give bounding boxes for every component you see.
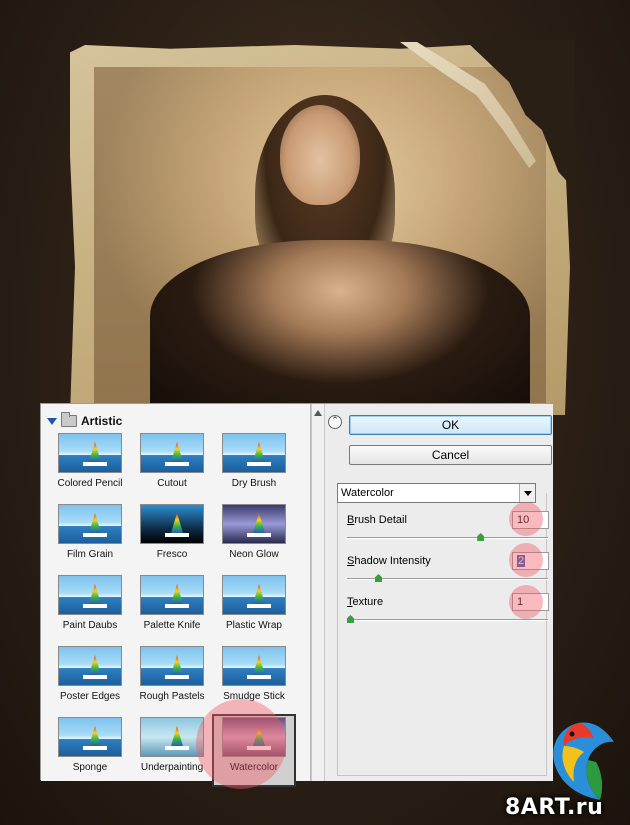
- filter-thumb-film-grain[interactable]: Film Grain: [49, 502, 131, 573]
- param-label: Texture: [347, 596, 383, 608]
- filter-preview-image[interactable]: [140, 646, 204, 686]
- sailboat-sail: [89, 655, 101, 675]
- sailboat-hull: [83, 462, 107, 466]
- param-label-text: rush Detail: [354, 514, 407, 526]
- sailboat-sail: [253, 513, 265, 533]
- scroll-up-arrow-icon[interactable]: [314, 410, 322, 416]
- filter-type-select[interactable]: Watercolor: [337, 483, 536, 503]
- filter-preview-image[interactable]: [222, 575, 286, 615]
- filter-label: Paint Daubs: [62, 620, 118, 631]
- sailboat-hull: [165, 533, 189, 537]
- filter-label: Dry Brush: [231, 478, 277, 489]
- filter-gallery-dialog: Artistic Colored Pencil Cutout Dry Brush Fi…: [40, 403, 553, 787]
- sailboat-hull: [83, 604, 107, 608]
- filter-thumb-rough-pastels[interactable]: Rough Pastels: [131, 644, 213, 715]
- filter-label: Poster Edges: [59, 691, 121, 702]
- filter-preview-image[interactable]: [222, 646, 286, 686]
- sailboat-sail: [89, 726, 101, 746]
- filter-label: Colored Pencil: [57, 478, 123, 489]
- param-slider[interactable]: [347, 615, 548, 623]
- filter-thumb-plastic-wrap[interactable]: Plastic Wrap: [213, 573, 295, 644]
- highlight-watercolor-circle: [196, 699, 286, 789]
- sailboat-sail: [89, 442, 101, 462]
- sailboat-hull: [83, 675, 107, 679]
- photo-subject-face: [280, 105, 360, 205]
- settings-group-box: [337, 493, 547, 776]
- filter-thumb-palette-knife[interactable]: Palette Knife: [131, 573, 213, 644]
- sailboat-sail: [171, 655, 183, 675]
- filter-label: Fresco: [156, 549, 188, 560]
- sailboat-sail: [171, 442, 183, 462]
- sailboat-sail: [89, 584, 101, 604]
- sailboat-hull: [247, 533, 271, 537]
- sailboat-sail: [171, 513, 183, 533]
- sailboat-hull: [247, 675, 271, 679]
- filter-preview-image[interactable]: [222, 504, 286, 544]
- filter-preview-image[interactable]: [58, 504, 122, 544]
- site-watermark: 8ART.ru: [505, 795, 604, 820]
- sailboat-sail: [171, 584, 183, 604]
- sailboat-hull: [165, 604, 189, 608]
- photo-subject-body: [150, 240, 530, 410]
- filter-thumb-dry-brush[interactable]: Dry Brush: [213, 431, 295, 502]
- param-slider[interactable]: [347, 533, 548, 541]
- ok-button[interactable]: OK: [349, 415, 552, 435]
- filter-label: Underpainting: [140, 762, 204, 773]
- sailboat-sail: [253, 584, 265, 604]
- filter-label: Rough Pastels: [139, 691, 205, 702]
- filter-thumb-paint-daubs[interactable]: Paint Daubs: [49, 573, 131, 644]
- gallery-scrollbar[interactable]: [311, 404, 325, 781]
- filter-preview-image[interactable]: [58, 646, 122, 686]
- expand-triangle-icon[interactable]: [47, 417, 57, 425]
- filter-label: Film Grain: [66, 549, 114, 560]
- sailboat-hull: [247, 462, 271, 466]
- sailboat-sail: [253, 655, 265, 675]
- sailboat-sail: [253, 442, 265, 462]
- filter-preview-image[interactable]: [58, 433, 122, 473]
- highlight-value-circle: [509, 502, 543, 536]
- param-slider[interactable]: [347, 574, 548, 582]
- category-artistic[interactable]: Artistic: [47, 412, 123, 429]
- param-label-text: hadow Intensity: [354, 555, 431, 567]
- cancel-button[interactable]: Cancel: [349, 445, 552, 465]
- filter-preview-image[interactable]: [58, 717, 122, 757]
- highlight-value-circle: [509, 543, 543, 577]
- filter-preview-image[interactable]: [140, 433, 204, 473]
- dropdown-arrow-icon[interactable]: [519, 484, 535, 502]
- filter-label: Sponge: [72, 762, 108, 773]
- sailboat-sail: [89, 513, 101, 533]
- param-label: Brush Detail: [347, 514, 407, 526]
- collapse-gallery-button[interactable]: ⌃: [328, 415, 342, 429]
- category-label: Artistic: [81, 414, 123, 428]
- param-label-text: exture: [352, 596, 384, 608]
- filter-thumb-cutout[interactable]: Cutout: [131, 431, 213, 502]
- sailboat-sail: [171, 726, 183, 746]
- sailboat-hull: [247, 604, 271, 608]
- filter-thumb-sponge[interactable]: Sponge: [49, 715, 131, 786]
- sailboat-hull: [165, 675, 189, 679]
- sailboat-hull: [83, 746, 107, 750]
- filter-label: Neon Glow: [229, 549, 279, 560]
- filter-preview-image[interactable]: [140, 717, 204, 757]
- filter-select-value: Watercolor: [341, 487, 394, 499]
- filter-preview-image[interactable]: [140, 504, 204, 544]
- highlight-value-circle: [509, 585, 543, 619]
- sailboat-hull: [165, 746, 189, 750]
- filter-label: Palette Knife: [143, 620, 201, 631]
- filter-preview-image[interactable]: [140, 575, 204, 615]
- sailboat-hull: [83, 533, 107, 537]
- filter-preview-image[interactable]: [58, 575, 122, 615]
- filter-preview-image[interactable]: [222, 433, 286, 473]
- filter-thumb-poster-edges[interactable]: Poster Edges: [49, 644, 131, 715]
- filter-label: Plastic Wrap: [226, 620, 282, 631]
- filter-label: Cutout: [157, 478, 187, 489]
- sailboat-hull: [165, 462, 189, 466]
- filter-thumb-fresco[interactable]: Fresco: [131, 502, 213, 573]
- folder-icon: [61, 412, 77, 427]
- filter-thumb-colored-pencil[interactable]: Colored Pencil: [49, 431, 131, 502]
- filter-thumb-neon-glow[interactable]: Neon Glow: [213, 502, 295, 573]
- param-label: Shadow Intensity: [347, 555, 431, 567]
- parrot-logo-icon: [553, 722, 614, 800]
